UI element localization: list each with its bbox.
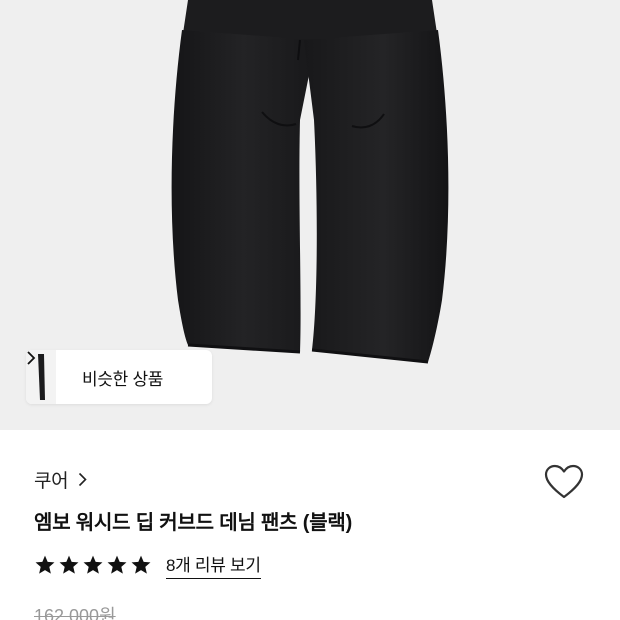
chevron-right-icon xyxy=(78,472,88,487)
star-icon xyxy=(34,554,56,576)
original-price: 162,000원 xyxy=(34,606,116,620)
brand-link[interactable]: 쿠어 xyxy=(34,466,88,493)
review-link[interactable]: 8개 리뷰 보기 xyxy=(166,551,261,579)
product-info: 쿠어 엠보 워시드 딥 커브드 데님 팬츠 (블랙) 8개 리뷰 보기 162,… xyxy=(0,430,620,620)
star-icon xyxy=(130,554,152,576)
similar-products-button[interactable]: 비슷한 상품 xyxy=(26,350,212,404)
star-icon xyxy=(82,554,104,576)
similar-products-label: 비슷한 상품 xyxy=(82,369,164,389)
brand-name: 쿠어 xyxy=(34,471,69,492)
rating-row: 8개 리뷰 보기 xyxy=(34,551,261,579)
star-icon xyxy=(106,554,128,576)
wishlist-button[interactable] xyxy=(542,462,586,506)
product-image[interactable]: 비슷한 상품 xyxy=(0,0,620,430)
rating-stars xyxy=(34,554,154,576)
star-icon xyxy=(58,554,80,576)
product-title: 엠보 워시드 딥 커브드 데님 팬츠 (블랙) xyxy=(34,512,353,534)
heart-outline-icon xyxy=(544,464,584,505)
